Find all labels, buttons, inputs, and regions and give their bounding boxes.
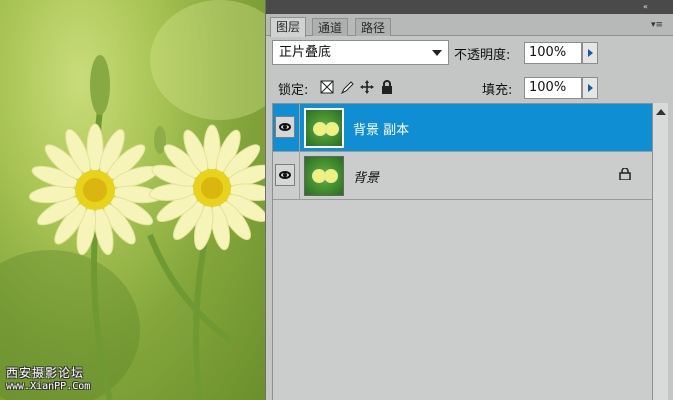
lock-position-move-icon[interactable] — [360, 80, 374, 94]
lock-row: 锁定: 填充: 100% — [272, 74, 668, 100]
triangle-right-icon — [588, 84, 593, 92]
layer-list-scrollbar[interactable] — [652, 103, 668, 400]
divider — [299, 104, 300, 152]
photo-canvas: 西安摄影论坛 www.XianPP.Com — [0, 0, 265, 400]
flower-bud — [90, 55, 110, 115]
watermark-title: 西安摄影论坛 — [6, 366, 85, 380]
chevron-down-icon — [432, 50, 442, 56]
panel-tabbar: 图层 通道 路径 ▾≡ — [266, 14, 673, 37]
app-root: 西安摄影论坛 www.XianPP.Com « 图层 通道 路径 ▾≡ 正片叠底… — [0, 0, 673, 400]
lock-pixels-brush-icon[interactable] — [340, 80, 354, 95]
tab-channels[interactable]: 通道 — [312, 18, 349, 36]
layer-row-background[interactable]: 背景 — [273, 152, 653, 200]
blend-mode-select[interactable]: 正片叠底 — [272, 40, 449, 65]
watermark: 西安摄影论坛 www.XianPP.Com — [6, 366, 90, 394]
opacity-input[interactable]: 100% — [524, 42, 582, 64]
stem — [147, 233, 232, 343]
fill-label: 填充: — [482, 83, 513, 98]
divider — [299, 152, 300, 200]
watermark-url: www.XianPP.Com — [6, 381, 91, 392]
layer-thumbnail — [304, 108, 344, 148]
layer-row-background-copy[interactable]: 背景 副本 — [273, 104, 653, 152]
opacity-slider-button[interactable] — [582, 42, 598, 64]
flower-illustration — [28, 55, 265, 400]
flower — [148, 124, 265, 251]
blend-row: 正片叠底 不透明度: 100% — [272, 40, 668, 66]
layer-thumbnail — [304, 156, 344, 196]
panel-menu-icon[interactable]: ▾≡ — [651, 20, 667, 30]
collapse-icon[interactable]: « — [643, 2, 665, 12]
lock-icon — [619, 167, 631, 183]
lock-all-icon[interactable] — [380, 80, 394, 94]
layer-list: 背景 副本 背景 — [272, 103, 653, 400]
layers-panel: « 图层 通道 路径 ▾≡ 正片叠底 不透明度: 100% 锁定: 填充: 10… — [265, 0, 673, 400]
opacity-label: 不透明度: — [454, 48, 511, 63]
tab-paths[interactable]: 路径 — [355, 18, 392, 36]
stem — [91, 229, 113, 400]
blend-mode-value: 正片叠底 — [279, 45, 332, 60]
lock-transparency-icon[interactable] — [320, 80, 334, 94]
triangle-right-icon — [588, 49, 593, 57]
layer-name: 背景 — [353, 171, 380, 186]
eye-icon[interactable] — [275, 164, 295, 186]
scroll-up-icon[interactable] — [656, 109, 666, 115]
eye-icon[interactable] — [275, 116, 295, 138]
tab-layers[interactable]: 图层 — [270, 17, 307, 37]
fill-slider-button[interactable] — [582, 77, 598, 99]
layer-name: 背景 副本 — [353, 123, 410, 138]
lock-label: 锁定: — [278, 83, 309, 98]
panel-titlebar: « — [266, 0, 673, 14]
fill-input[interactable]: 100% — [524, 77, 582, 99]
